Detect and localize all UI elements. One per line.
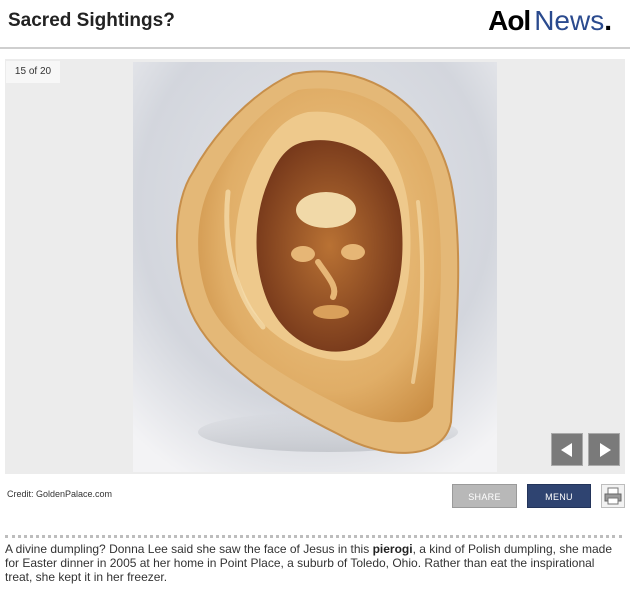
previous-slide-button[interactable] — [551, 433, 583, 466]
print-button[interactable] — [601, 484, 625, 508]
page-title: Sacred Sightings? — [8, 10, 175, 31]
logo-news-text: News — [534, 5, 605, 36]
caption-divider — [5, 535, 622, 538]
slide-counter: 15 of 20 — [6, 61, 60, 83]
arrow-left-icon — [561, 443, 572, 457]
menu-button[interactable]: MENU — [527, 484, 591, 508]
header-divider — [0, 47, 630, 49]
slide-photo — [133, 62, 497, 472]
logo-dot: . — [604, 5, 612, 36]
aol-news-logo[interactable]: Aol News . — [488, 5, 612, 41]
pierogi-photo — [133, 62, 497, 472]
header: Sacred Sightings? Aol News . — [0, 0, 630, 47]
share-button[interactable]: SHARE — [452, 484, 517, 508]
photo-credit: Credit: GoldenPalace.com — [7, 489, 113, 499]
printer-icon — [604, 487, 622, 505]
next-slide-button[interactable] — [588, 433, 620, 466]
logo-aol-text: Aol — [488, 5, 531, 36]
caption-text-before: A divine dumpling? Donna Lee said she sa… — [5, 542, 373, 556]
arrow-right-icon — [600, 443, 611, 457]
slide-caption: A divine dumpling? Donna Lee said she sa… — [5, 542, 620, 584]
caption-bold-term: pierogi — [372, 542, 413, 556]
